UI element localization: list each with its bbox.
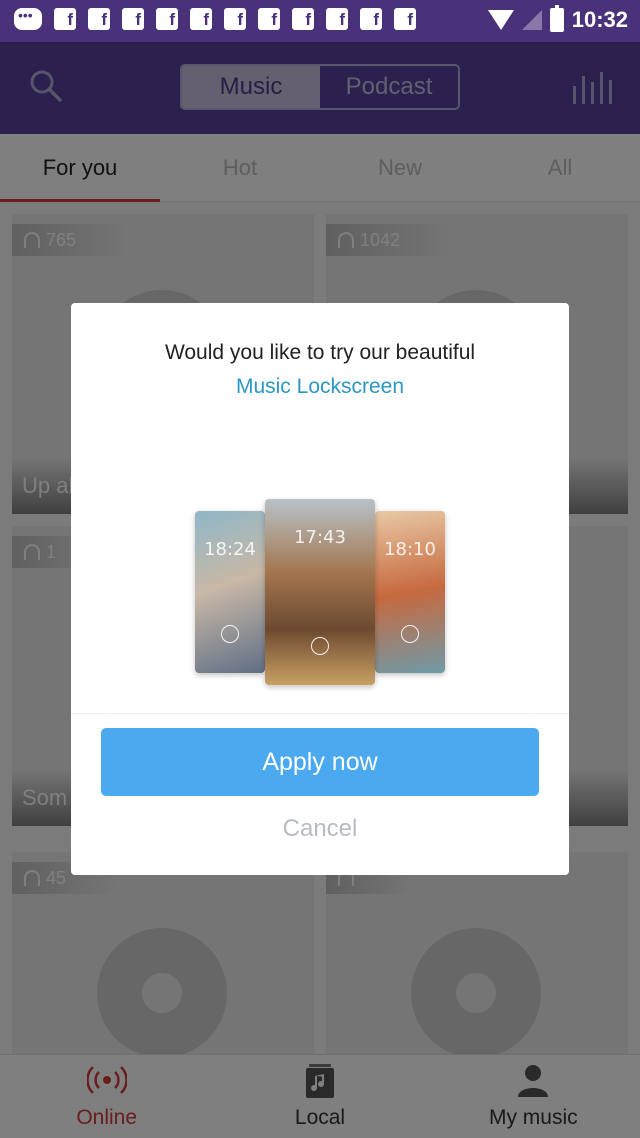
dialog-question: Would you like to try our beautiful bbox=[164, 341, 476, 364]
facebook-icon: f bbox=[54, 8, 76, 30]
preview-time: 18:10 bbox=[384, 539, 436, 560]
signal-icon bbox=[521, 10, 542, 30]
facebook-icon: f bbox=[394, 8, 416, 30]
facebook-icon: f bbox=[122, 8, 144, 30]
facebook-icon: f bbox=[292, 8, 314, 30]
lockscreen-preview-right: 18:10 bbox=[375, 511, 445, 673]
preview-time: 17:43 bbox=[294, 527, 346, 548]
preview-time: 18:24 bbox=[204, 539, 256, 560]
play-icon bbox=[221, 625, 239, 643]
apply-now-button[interactable]: Apply now bbox=[101, 728, 539, 796]
play-icon bbox=[311, 637, 329, 655]
lockscreen-promo-dialog: Would you like to try our beautiful Musi… bbox=[71, 303, 569, 875]
wifi-icon bbox=[487, 10, 514, 30]
lockscreen-preview-left: 18:24 bbox=[195, 511, 265, 673]
facebook-icon: f bbox=[156, 8, 178, 30]
facebook-icon: f bbox=[258, 8, 280, 30]
lockscreen-preview-center: 17:43 bbox=[265, 499, 375, 685]
facebook-icon: f bbox=[360, 8, 382, 30]
message-icon bbox=[14, 7, 42, 30]
divider bbox=[71, 713, 569, 714]
cancel-button[interactable]: Cancel bbox=[71, 815, 569, 843]
notification-icons: f f f f f f f f f f f bbox=[14, 7, 416, 30]
status-bar: f f f f f f f f f f f 10:32 bbox=[0, 0, 640, 42]
play-icon bbox=[401, 625, 419, 643]
dialog-highlight: Music Lockscreen bbox=[235, 375, 405, 398]
facebook-icon: f bbox=[224, 8, 246, 30]
lockscreen-preview: 18:24 18:10 17:43 bbox=[195, 497, 445, 687]
status-time: 10:32 bbox=[571, 7, 628, 32]
facebook-icon: f bbox=[190, 8, 212, 30]
facebook-icon: f bbox=[326, 8, 348, 30]
facebook-icon: f bbox=[88, 8, 110, 30]
battery-icon bbox=[549, 5, 564, 32]
